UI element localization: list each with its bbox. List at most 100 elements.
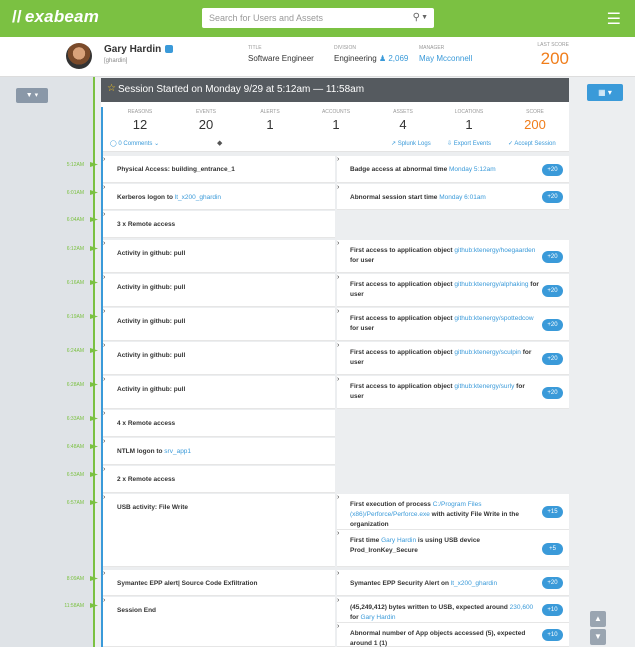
event-summary[interactable]: › Symantec EPP alert| Source Code Exfiltr…: [103, 570, 335, 596]
filter-icon: ▼: [25, 92, 33, 99]
event-time: 6:16AM: [66, 280, 84, 286]
event-reason-empty: [337, 466, 569, 493]
search-caret-icon[interactable]: ▼: [421, 14, 428, 21]
search-box[interactable]: Search for Users and Assets ⚲ ▼: [202, 8, 434, 28]
reason-item[interactable]: Badge access at abnormal time Monday 5:1…: [337, 156, 569, 183]
exabeam-logo[interactable]: //exabeam: [12, 7, 99, 27]
event-reasons: Badge access at abnormal time Monday 5:1…: [337, 156, 569, 183]
reason-link[interactable]: 230,600: [510, 604, 534, 611]
user-name: Gary Hardin: [104, 44, 174, 55]
event-summary[interactable]: › 2 x Remote access: [103, 466, 335, 493]
search-input[interactable]: Search for Users and Assets: [209, 13, 323, 23]
reason-item[interactable]: First access to application object githu…: [337, 342, 569, 375]
event-summary[interactable]: › USB activity: File Write: [103, 494, 335, 567]
event-summary-label: Activity in github: pull: [117, 284, 186, 291]
stat-accounts: ACCOUNTS 1: [321, 109, 351, 132]
reason-text: First access to application object githu…: [350, 246, 540, 266]
chevron-right-icon: ›: [103, 274, 106, 281]
event-time: 11:58AM: [64, 603, 84, 609]
reason-text: Badge access at abnormal time Monday 5:1…: [350, 165, 540, 175]
reason-text: Abnormal number of App objects accessed …: [350, 629, 540, 647]
event-reasons: (45,249,412) bytes written to USB, expec…: [337, 597, 569, 647]
scroll-up-button[interactable]: ▲: [590, 611, 606, 627]
event-summary[interactable]: › Activity in github: pull: [103, 376, 335, 409]
reason-link[interactable]: lt_x200_ghardin: [451, 580, 497, 587]
event-summary[interactable]: › 4 x Remote access: [103, 410, 335, 437]
reason-item[interactable]: First time Gary Hardin is using USB devi…: [337, 530, 569, 567]
event-time: 6:57AM: [66, 500, 84, 506]
event-summary[interactable]: › Activity in github: pull: [103, 274, 335, 307]
chevron-right-icon: ›: [337, 376, 340, 383]
event-summary-text: USB activity: File Write: [117, 504, 188, 511]
reason-link[interactable]: Monday 5:12am: [449, 166, 496, 173]
event-asset-link[interactable]: lt_x200_ghardin: [175, 194, 221, 201]
reason-user-link[interactable]: Gary Hardin: [381, 537, 416, 544]
event-summary[interactable]: › Activity in github: pull: [103, 342, 335, 375]
reason-link[interactable]: github:ktenergy/sculpin: [454, 349, 521, 356]
reason-item[interactable]: (45,249,412) bytes written to USB, expec…: [337, 597, 569, 623]
reason-item[interactable]: Symantec EPP Security Alert on lt_x200_g…: [337, 570, 569, 596]
event-summary[interactable]: › Activity in github: pull: [103, 240, 335, 273]
people-icon: ♟: [378, 54, 387, 63]
reason-item[interactable]: First execution of process C:/Program Fi…: [337, 494, 569, 530]
filter-button[interactable]: ▼ ▾: [16, 88, 48, 103]
event-summary-text: Physical Access: building_entrance_1: [117, 166, 235, 173]
tag-icon[interactable]: ◆: [217, 139, 222, 147]
event-reasons: First access to application object githu…: [337, 240, 569, 273]
reason-text: First access to application object githu…: [350, 382, 540, 402]
event-summary[interactable]: › Activity in github: pull: [103, 308, 335, 341]
reason-label: First time: [350, 537, 382, 544]
accept-session-link[interactable]: ✓ Accept Session: [508, 140, 556, 147]
reason-item[interactable]: Abnormal session start time Monday 6:01a…: [337, 184, 569, 210]
event-summary[interactable]: › 3 x Remote access: [103, 211, 335, 238]
event-summary-label: Symantec EPP alert| Source Code Exfiltra…: [117, 580, 258, 587]
export-events-link[interactable]: ⇩ Export Events: [447, 140, 491, 147]
stat-assets: ASSETS 4: [393, 109, 413, 132]
event-asset-link[interactable]: srv_app1: [164, 448, 191, 455]
reason-text: First access to application object githu…: [350, 280, 540, 300]
reason-item[interactable]: Abnormal number of App objects accessed …: [337, 623, 569, 647]
chevron-right-icon: ›: [103, 184, 106, 191]
session-stats: REASONS 12 EVENTS 20 ALERTS 1 ACCOUNTS 1 ASS…: [101, 102, 569, 152]
chevron-right-icon: ›: [103, 211, 106, 218]
search-icon[interactable]: ⚲: [413, 12, 420, 23]
chart-button[interactable]: ▦ ▾: [587, 84, 623, 101]
reason-item[interactable]: First access to application object githu…: [337, 240, 569, 273]
reason-text: Abnormal session start time Monday 6:01a…: [350, 193, 540, 203]
chevron-right-icon: ›: [337, 494, 340, 501]
reason-item[interactable]: First access to application object githu…: [337, 274, 569, 307]
comments-link[interactable]: ◯ 0 Comments ⌄: [110, 140, 159, 147]
reason-link[interactable]: Monday 6:01am: [439, 194, 486, 201]
reason-item[interactable]: First access to application object githu…: [337, 308, 569, 341]
event-reasons: Abnormal session start time Monday 6:01a…: [337, 184, 569, 210]
score-badge: +20: [542, 191, 563, 203]
event-reasons: Symantec EPP Security Alert on lt_x200_g…: [337, 570, 569, 596]
event-reason-empty: [337, 410, 569, 437]
event-row: › Activity in github: pull First access to…: [103, 342, 569, 375]
division-count-link[interactable]: 2,069: [388, 54, 408, 63]
last-score: LAST SCORE 200: [537, 42, 569, 68]
event-summary-label: USB activity: File Write: [117, 504, 189, 511]
reason-link[interactable]: github:ktenergy/alphaking: [454, 281, 528, 288]
score-badge: +20: [542, 284, 563, 297]
manager-link[interactable]: May Mcconnell: [419, 54, 472, 63]
hamburger-icon[interactable]: ☰: [607, 9, 621, 29]
reason-link[interactable]: github:ktenergy/hoegaarden: [454, 247, 535, 254]
event-summary[interactable]: › Physical Access: building_entrance_1: [103, 156, 335, 183]
score-badge: +20: [542, 577, 563, 589]
event-row: › Physical Access: building_entrance_1 Bad…: [103, 156, 569, 183]
star-icon[interactable]: ☆: [107, 83, 116, 94]
reason-link[interactable]: github:ktenergy/surly: [454, 383, 514, 390]
timeline-line: [93, 77, 95, 647]
reason-user-link[interactable]: Gary Hardin: [360, 614, 395, 621]
reason-item[interactable]: First access to application object githu…: [337, 376, 569, 409]
event-summary[interactable]: › NTLM logon to srv_app1: [103, 438, 335, 465]
splunk-logs-link[interactable]: ↗ Splunk Logs: [391, 140, 431, 147]
scroll-down-button[interactable]: ▼: [590, 629, 606, 645]
event-summary[interactable]: › Kerberos logon to lt_x200_ghardin: [103, 184, 335, 210]
reason-text: First time Gary Hardin is using USB devi…: [350, 536, 540, 556]
event-summary[interactable]: › Session End: [103, 597, 335, 647]
reason-link[interactable]: github:ktenergy/spottedcow: [454, 315, 533, 322]
event-reasons: First access to application object githu…: [337, 342, 569, 375]
user-id: [ghardin]: [104, 58, 128, 64]
